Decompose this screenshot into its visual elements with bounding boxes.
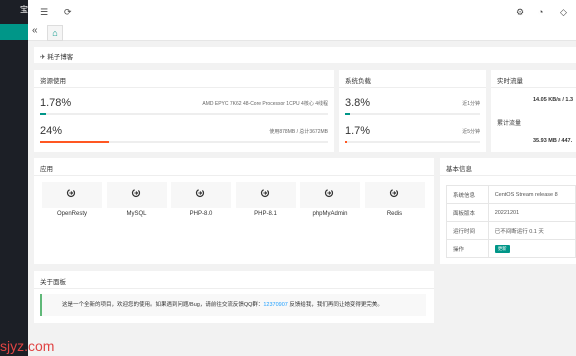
app-icon xyxy=(389,188,398,198)
app-icon xyxy=(131,188,140,198)
app-tile[interactable] xyxy=(171,182,231,208)
header-title: 耗子博客 xyxy=(47,54,74,61)
info-key: 面板版本 xyxy=(446,203,489,222)
info-row: 系统信息 CentOS Stream release 8 xyxy=(446,185,576,204)
app-icon xyxy=(324,188,334,198)
traffic-card: 实时流量 14.05 KB/s / 1.3 累计流量 35.93 MB / 44… xyxy=(491,70,576,152)
info-row: 操作 更新 xyxy=(446,239,576,258)
info-key: 运行时间 xyxy=(446,221,489,240)
sidebar-item-active[interactable] xyxy=(0,24,28,40)
tag-icon[interactable]: ◇ xyxy=(560,7,567,17)
app-tile[interactable] xyxy=(42,182,102,208)
header-title-row: ✈ 耗子博客 xyxy=(40,51,73,61)
watermark: sjyz.com xyxy=(0,338,55,354)
load-title: 系统负载 xyxy=(345,78,371,85)
app-tile[interactable] xyxy=(364,182,425,208)
mem-percent: 24% xyxy=(40,125,63,137)
app-label: phpMyAdmin xyxy=(312,211,348,217)
top-bar: ☰ ⟳ ⚙ ◔ ◇ xyxy=(28,0,576,25)
info-title: 基本信息 xyxy=(446,166,472,173)
mem-info: 使用878MB / 总计3672MB xyxy=(269,129,328,135)
load5-label: 近5分钟 xyxy=(462,129,480,135)
settings-icon[interactable]: ⚙ xyxy=(516,7,524,17)
app-icon xyxy=(66,188,76,198)
info-value: 已不间断运行 0.1 天 xyxy=(487,221,576,240)
apps-title: 应用 xyxy=(40,166,53,173)
about-text: 这是一个全新的项目，欢迎您的使用。如果遇到问题/Bug，请前往交流反馈QQ群：1… xyxy=(62,302,383,308)
info-value: 20221201 xyxy=(487,203,576,222)
load5-progress-fill xyxy=(345,141,348,143)
header-card: ✈ 耗子博客 xyxy=(34,47,576,63)
sidebar: 宝 xyxy=(0,0,28,356)
paper-plane-icon: ✈ xyxy=(40,54,46,61)
app-tile[interactable] xyxy=(106,182,167,208)
app-label: MySQL xyxy=(126,211,147,217)
app-label: PHP-8.0 xyxy=(189,211,213,217)
traffic-total: 35.93 MB / 447. xyxy=(533,138,573,144)
sidebar-brand: 宝 xyxy=(20,5,28,14)
info-value: 更新 xyxy=(487,239,576,258)
app-label: PHP-8.1 xyxy=(254,211,277,217)
tab-bar: « ⌂ xyxy=(28,24,576,41)
home-icon: ⌂ xyxy=(52,28,58,38)
load1-progress xyxy=(345,113,480,115)
info-table: 系统信息 CentOS Stream release 8 面板版本 202212… xyxy=(446,185,576,258)
cpu-info: AMD EPYC 7K62 48-Core Processor 1CPU 4核心… xyxy=(202,101,328,107)
about-notice: 这是一个全新的项目，欢迎您的使用。如果遇到问题/Bug，请前往交流反馈QQ群：1… xyxy=(40,294,426,316)
traffic-title: 实时流量 xyxy=(497,78,523,85)
menu-icon[interactable]: ☰ xyxy=(40,7,48,17)
app-label: OpenResty xyxy=(56,211,87,217)
info-key: 操作 xyxy=(446,239,489,258)
traffic-total-label: 累计流量 xyxy=(497,121,522,127)
refresh-icon[interactable]: ⟳ xyxy=(64,7,72,17)
skin-icon[interactable]: ◔ xyxy=(538,7,543,17)
home-tab[interactable]: ⌂ xyxy=(47,25,63,41)
info-key: 系统信息 xyxy=(446,185,489,204)
qq-group-link[interactable]: 12370907 xyxy=(263,302,287,308)
app-icon xyxy=(260,188,269,198)
cpu-percent: 1.78% xyxy=(40,97,72,109)
info-row: 运行时间 已不间断运行 0.1 天 xyxy=(446,221,576,240)
load5-value: 1.7% xyxy=(345,125,371,137)
load1-label: 近1分钟 xyxy=(462,101,480,107)
traffic-rate: 14.05 KB/s / 1.3 xyxy=(533,97,574,103)
about-title: 关于面板 xyxy=(40,279,66,286)
info-row: 面板版本 20221201 xyxy=(446,203,576,222)
resource-card: 资源使用 1.78% AMD EPYC 7K62 48-Core Process… xyxy=(34,70,334,152)
app-tile[interactable] xyxy=(300,182,360,208)
load1-progress-fill xyxy=(345,113,351,115)
app-icon xyxy=(195,188,205,198)
load-card: 系统负载 3.8% 近1分钟 1.7% 近5分钟 xyxy=(339,70,486,152)
app-label: Redis xyxy=(386,211,403,217)
load1-value: 3.8% xyxy=(345,97,371,109)
info-value: CentOS Stream release 8 xyxy=(487,185,576,204)
mem-progress-fill xyxy=(40,141,110,143)
update-button[interactable]: 更新 xyxy=(494,244,510,253)
cpu-progress xyxy=(40,113,328,115)
cpu-progress-fill xyxy=(40,113,46,115)
app-tile[interactable] xyxy=(235,182,296,208)
load5-progress xyxy=(345,141,480,143)
mem-progress xyxy=(40,141,328,143)
collapse-left-icon[interactable]: « xyxy=(32,26,38,36)
resource-title: 资源使用 xyxy=(40,78,66,85)
